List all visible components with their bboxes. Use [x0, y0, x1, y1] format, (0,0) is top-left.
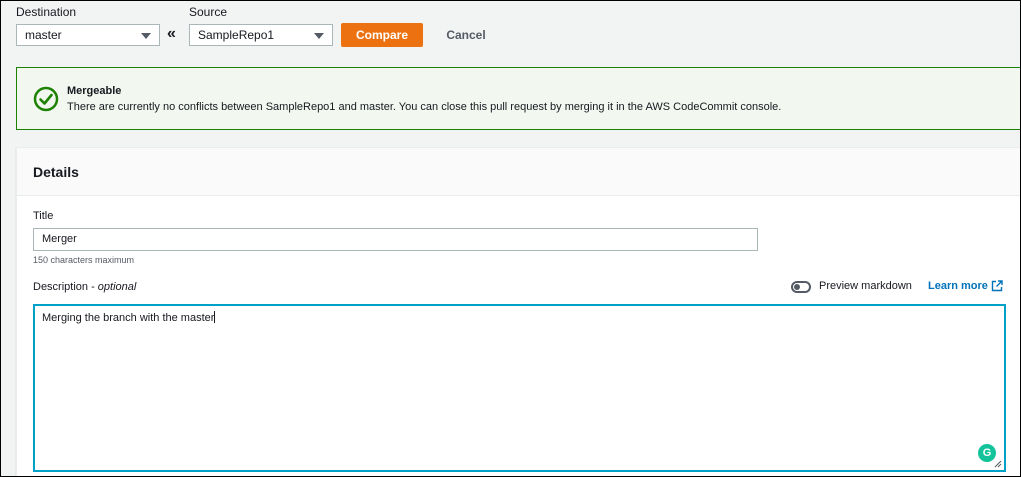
- description-value: Merging the branch with the master: [42, 312, 215, 324]
- details-panel: Details Title Merger 150 characters maxi…: [16, 147, 1020, 476]
- destination-select[interactable]: master: [16, 24, 160, 46]
- cancel-button[interactable]: Cancel: [437, 23, 495, 47]
- description-label: Description - optional: [33, 281, 136, 293]
- title-input[interactable]: Merger: [33, 228, 758, 251]
- title-value: Merger: [42, 233, 77, 245]
- learn-more-link[interactable]: Learn more: [928, 280, 988, 292]
- title-label: Title: [33, 210, 54, 222]
- panel-title: Details: [33, 164, 79, 180]
- preview-markdown-toggle[interactable]: [791, 281, 811, 293]
- compare-button[interactable]: Compare: [341, 23, 423, 47]
- toggle-knob: [794, 284, 800, 290]
- description-textarea[interactable]: Merging the branch with the master G: [33, 304, 1006, 472]
- resize-handle-icon[interactable]: [994, 460, 1002, 468]
- source-label: Source: [189, 5, 228, 19]
- text-cursor: [214, 311, 216, 323]
- source-value: SampleRepo1: [198, 28, 275, 42]
- source-select[interactable]: SampleRepo1: [189, 24, 333, 46]
- chevron-down-icon: [141, 33, 151, 39]
- chevron-down-icon: [314, 33, 324, 39]
- alert-title: Mergeable: [67, 85, 122, 97]
- preview-markdown-label: Preview markdown: [819, 280, 912, 292]
- panel-header: Details: [17, 148, 1020, 196]
- destination-value: master: [25, 28, 62, 42]
- external-link-icon[interactable]: [991, 280, 1003, 292]
- mergeable-alert: Mergeable There are currently no conflic…: [16, 67, 1020, 130]
- swap-arrows-icon[interactable]: «: [167, 25, 176, 43]
- destination-label: Destination: [16, 5, 77, 19]
- description-label-text: Description -: [33, 281, 98, 293]
- optional-tag: optional: [97, 281, 137, 293]
- alert-message: There are currently no conflicts between…: [67, 101, 782, 113]
- check-circle-icon: [33, 86, 59, 112]
- window: Destination master « Source SampleRepo1 …: [0, 0, 1021, 477]
- title-hint: 150 characters maximum: [33, 255, 135, 265]
